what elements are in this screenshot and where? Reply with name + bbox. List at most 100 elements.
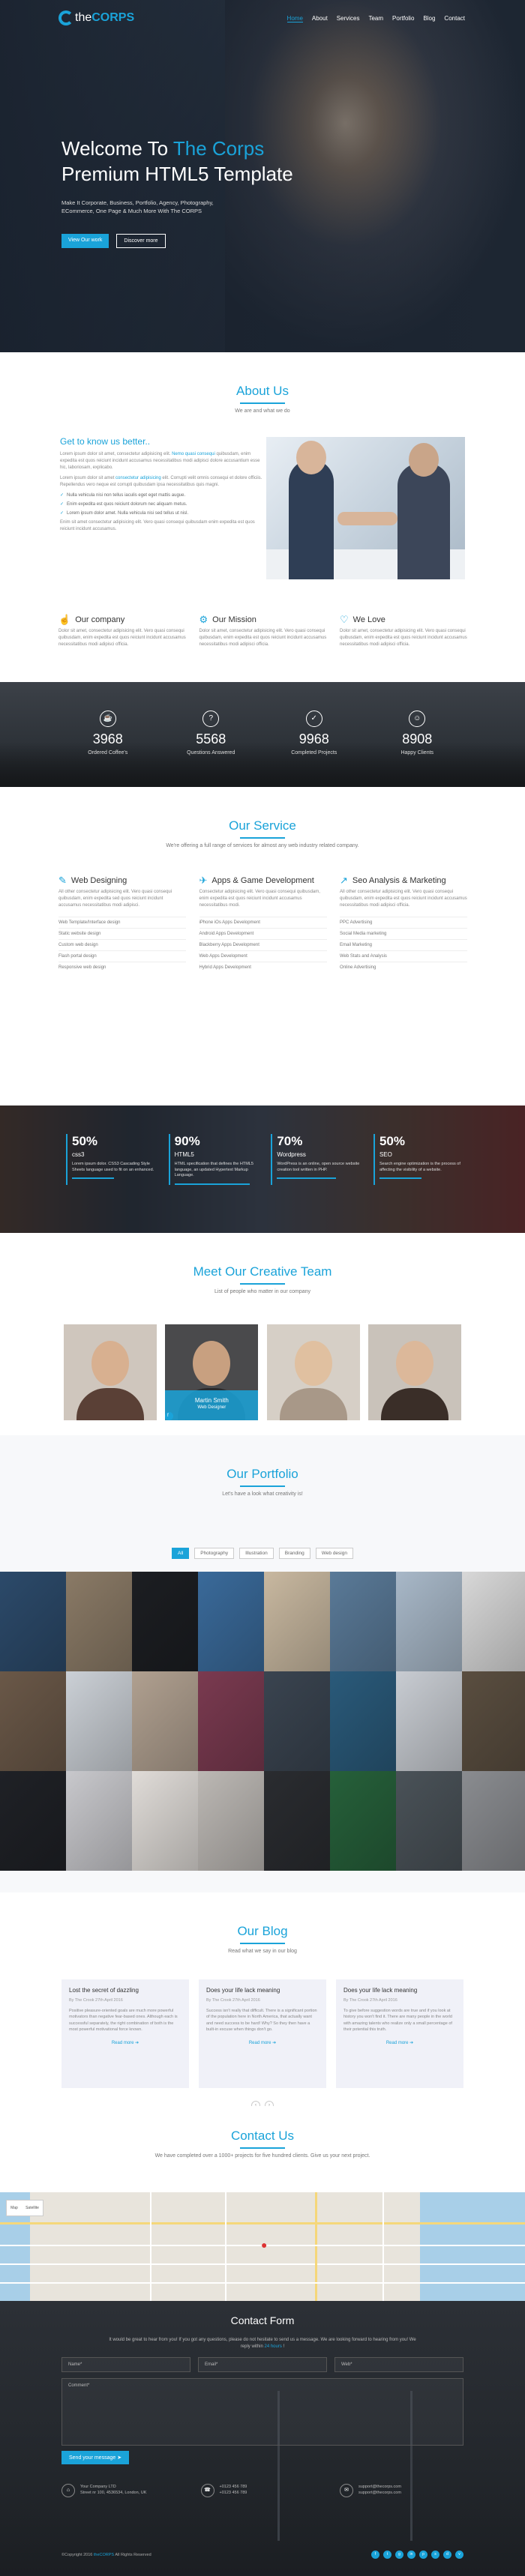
portfolio-item[interactable] — [264, 1771, 330, 1871]
comment-field[interactable]: Comment* — [62, 2378, 464, 2446]
counter-label: Ordered Coffee's — [88, 750, 128, 755]
services-title: Our Service — [229, 818, 296, 833]
social-icon[interactable]: v — [455, 2551, 464, 2559]
location-map[interactable]: Map Satellite ● — [0, 2192, 525, 2301]
feature-card: ⚙ Our Mission Dolor sit amet, consectetur … — [200, 615, 327, 648]
portfolio-item[interactable] — [66, 1671, 132, 1771]
portfolio-item[interactable] — [132, 1671, 198, 1771]
team-member-social-icons[interactable]: f t g in — [165, 1412, 174, 1420]
title-underline — [240, 1485, 285, 1487]
portfolio-item[interactable] — [396, 1572, 462, 1671]
logo[interactable]: theCORPS — [58, 10, 134, 25]
blog-post: Does your life lack meaning By The Crook … — [199, 1979, 326, 2088]
filter-branding[interactable]: Branding — [278, 1548, 310, 1559]
social-icon[interactable]: s — [431, 2551, 440, 2559]
portfolio-item[interactable] — [264, 1671, 330, 1771]
blog-post-excerpt: Success isn't really that difficult. The… — [206, 2009, 317, 2032]
portfolio-item[interactable] — [396, 1671, 462, 1771]
service-list: Web Template/Interface design Static webs… — [58, 917, 186, 973]
contact-subtitle: We have completed over a 1000+ projects … — [154, 2153, 370, 2159]
portfolio-item[interactable] — [0, 1572, 66, 1671]
counters-section: ☕ 3968 Ordered Coffee's? 5568 Questions Answ… — [0, 682, 525, 787]
social-icon[interactable]: g — [395, 2551, 404, 2559]
portfolio-item[interactable] — [330, 1572, 396, 1671]
feature-card: ♡ We Love Dolor sit amet, consectetur adip… — [340, 615, 467, 648]
portfolio-item[interactable] — [462, 1572, 525, 1671]
portfolio-subtitle: Let's have a look what creativity is! — [222, 1491, 303, 1497]
read-more-link[interactable]: Read more ➔ — [69, 2040, 182, 2045]
portfolio-item[interactable] — [198, 1771, 264, 1871]
nav-item-contact[interactable]: Contact — [444, 15, 465, 22]
satellite-view-button[interactable]: Satellite — [26, 2206, 39, 2210]
portfolio-item[interactable] — [0, 1771, 66, 1871]
portfolio-item[interactable] — [330, 1771, 396, 1871]
team-member-role: Web Designer — [197, 1405, 226, 1410]
map-pin-icon[interactable]: ● — [261, 2239, 267, 2251]
map-type-control[interactable]: Map Satellite — [6, 2200, 44, 2216]
nav-item-team[interactable]: Team — [368, 15, 383, 22]
portfolio-item[interactable] — [264, 1572, 330, 1671]
view-work-button[interactable]: View Our work — [62, 234, 110, 248]
portfolio-item[interactable] — [198, 1572, 264, 1671]
portfolio-item[interactable] — [0, 1671, 66, 1771]
social-icon[interactable]: p — [419, 2551, 428, 2559]
service-list-item: Static website design — [58, 928, 186, 939]
portfolio-item[interactable] — [396, 1771, 462, 1871]
portfolio-item[interactable] — [330, 1671, 396, 1771]
filter-all[interactable]: All — [172, 1548, 190, 1559]
prev-page-icon[interactable]: ‹ — [251, 2101, 260, 2106]
blog-post-title[interactable]: Does your life lack meaning — [206, 1987, 319, 1994]
portfolio-item[interactable] — [198, 1671, 264, 1771]
blog-subtitle: Read what we say in our blog — [228, 1949, 297, 1954]
nav-item-home[interactable]: Home — [286, 15, 303, 22]
team-member-photo[interactable]: Martin Smith Web Designer f t g in — [165, 1324, 259, 1420]
send-message-button[interactable]: Send your message ➤ — [62, 2451, 130, 2464]
social-icon[interactable]: d — [443, 2551, 452, 2559]
portfolio-item[interactable] — [132, 1572, 198, 1671]
map-view-button[interactable]: Map — [10, 2206, 18, 2210]
blog-post-title[interactable]: Does your life lack meaning — [344, 1987, 456, 1994]
blog-post-title[interactable]: Lost the secret of dazzling — [69, 1987, 182, 1994]
send-icon: ➤ — [117, 2455, 122, 2461]
services-subtitle: We're offering a full range of services … — [166, 843, 359, 848]
name-field[interactable]: Name* — [62, 2357, 190, 2372]
web-field[interactable]: Web* — [334, 2357, 464, 2372]
counter: ? 5568 Questions Answered — [166, 711, 256, 755]
social-icon[interactable]: f — [371, 2551, 380, 2559]
nav-item-portfolio[interactable]: Portfolio — [392, 15, 414, 22]
filter-illustration[interactable]: Illustration — [239, 1548, 274, 1559]
services-section: Our Service We're offering a full range … — [0, 787, 525, 1105]
team-member-photo[interactable] — [368, 1324, 461, 1420]
phone-icon: ☎ — [200, 2484, 214, 2497]
nav-item-about[interactable]: About — [312, 15, 328, 22]
social-icon[interactable]: in — [407, 2551, 416, 2559]
read-more-link[interactable]: Read more ➔ — [344, 2040, 456, 2045]
next-page-icon[interactable]: › — [265, 2101, 274, 2106]
social-icon[interactable]: t — [383, 2551, 392, 2559]
service-list-item: Social Media marketing — [340, 928, 467, 939]
counter-value: 8908 — [402, 732, 433, 746]
portfolio-item[interactable] — [66, 1771, 132, 1871]
feature-heading: ⚙ Our Mission — [200, 615, 327, 624]
check-icon: ✓ — [60, 511, 64, 516]
filter-web-design[interactable]: Web design — [315, 1548, 353, 1559]
read-more-link[interactable]: Read more ➔ — [206, 2040, 319, 2045]
nav-item-services[interactable]: Services — [337, 15, 360, 22]
nav-item-blog[interactable]: Blog — [423, 15, 435, 22]
team-member-photo[interactable] — [64, 1324, 157, 1420]
discover-more-button[interactable]: Discover more — [116, 234, 166, 248]
handshake-image — [266, 437, 465, 579]
filter-photography[interactable]: Photography — [194, 1548, 235, 1559]
email-field[interactable]: Email* — [198, 2357, 327, 2372]
skill-percent: 50% — [72, 1134, 98, 1148]
portfolio-item[interactable] — [66, 1572, 132, 1671]
counter-value: 5568 — [196, 732, 226, 746]
portfolio-item[interactable] — [462, 1771, 525, 1871]
blog-post: Lost the secret of dazzling By The Crook … — [62, 1979, 189, 2088]
portfolio-item[interactable] — [462, 1671, 525, 1771]
portfolio-item[interactable] — [132, 1771, 198, 1871]
skill-card: 50% SEO Search engine optimization is the … — [373, 1134, 464, 1186]
contact-info: ☎ +0123 456 789 +0123 456 789 — [200, 2484, 325, 2497]
team-member-photo[interactable] — [266, 1324, 360, 1420]
check-item: ✓ Lorem ipsum dolor amet. Nulla vehicula … — [60, 511, 189, 516]
